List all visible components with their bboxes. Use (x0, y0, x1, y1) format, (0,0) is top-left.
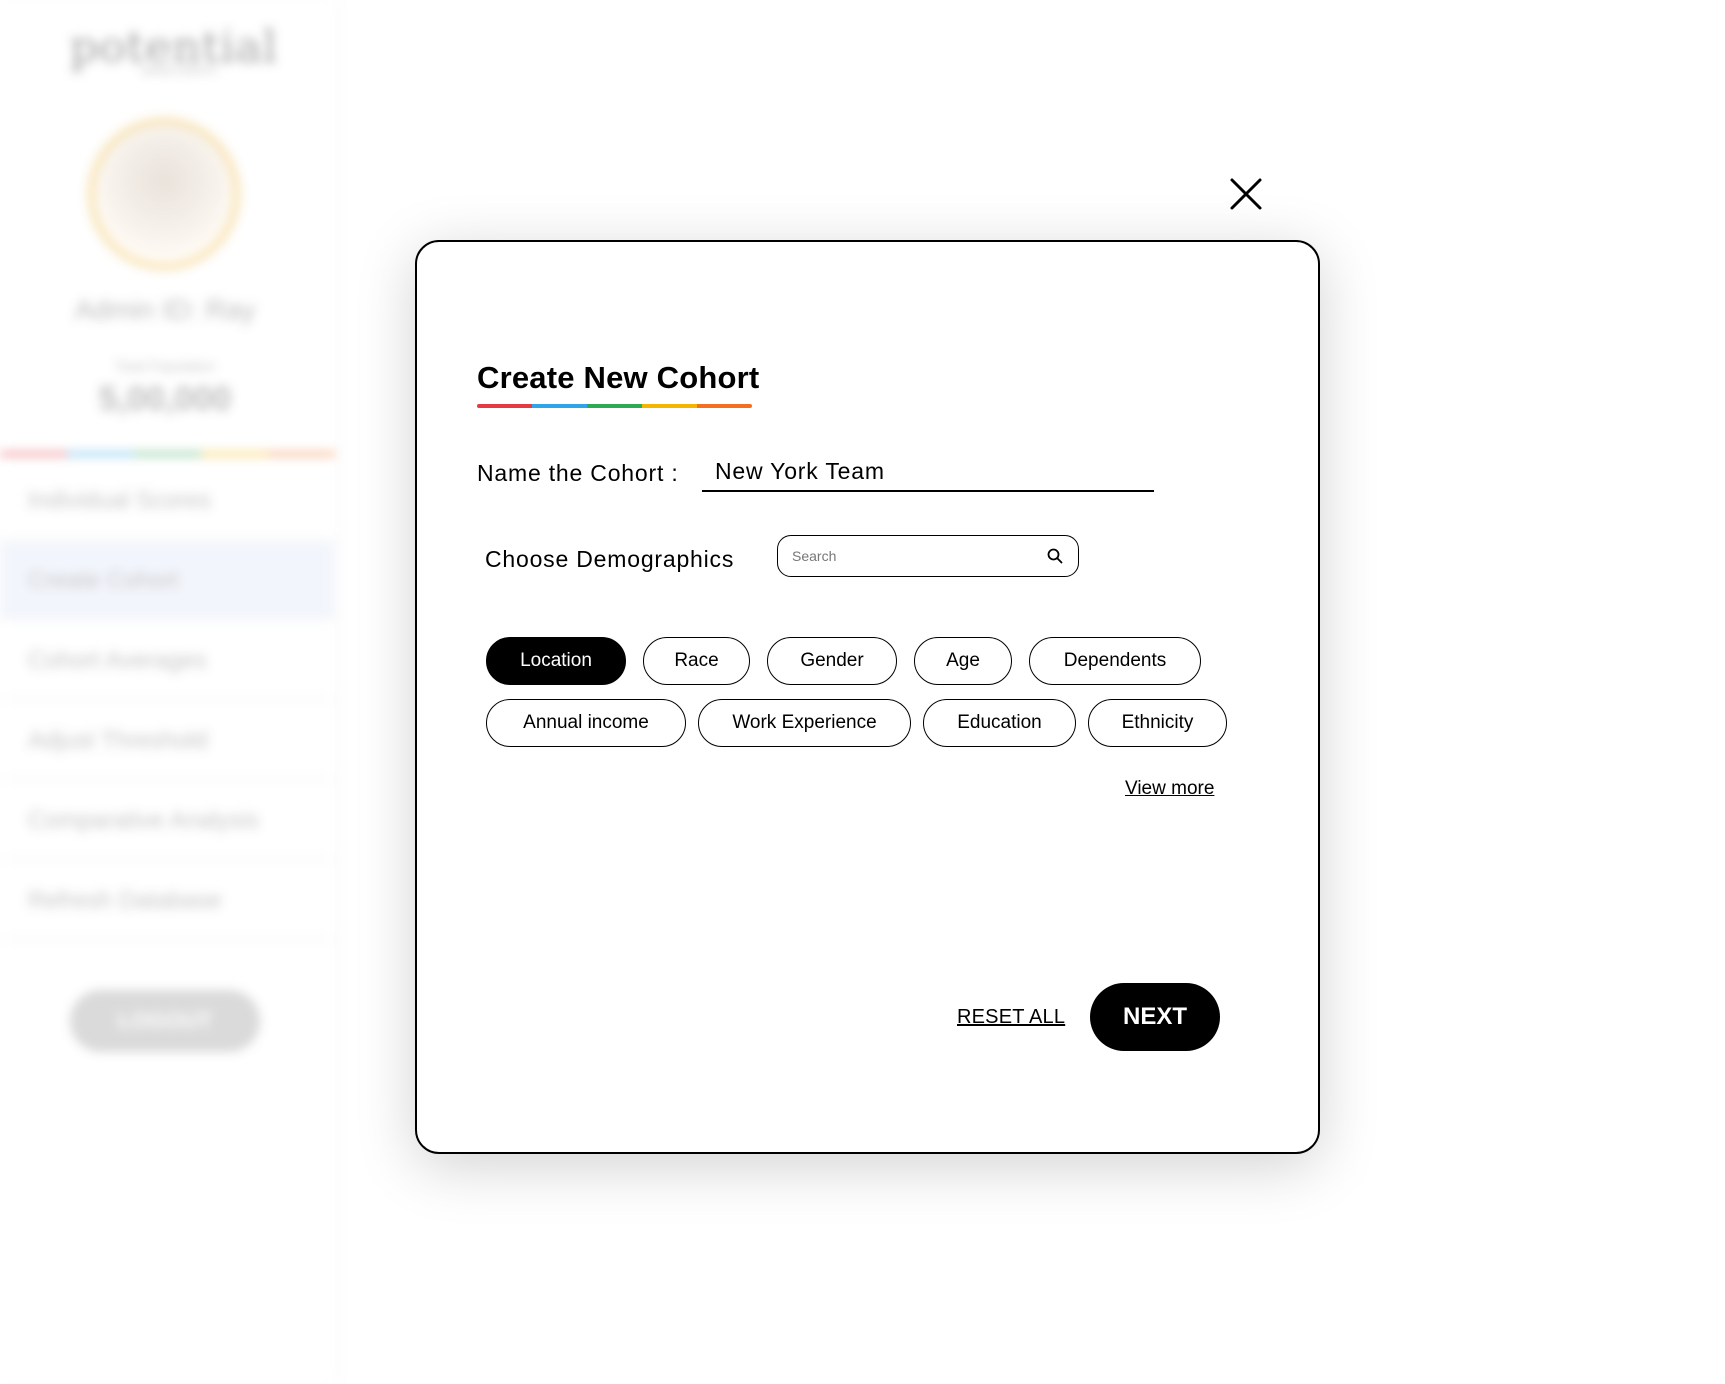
reset-all-button[interactable]: RESET ALL (957, 1006, 1065, 1029)
chip-gender[interactable]: Gender (767, 637, 897, 685)
app-logo-subtext: BRAND SUBTEXT (142, 66, 218, 76)
sidebar-item-cohort-averages: Cohort Averages (0, 622, 335, 700)
create-cohort-modal: Create New Cohort Name the Cohort : Choo… (415, 240, 1320, 1154)
chip-location[interactable]: Location (486, 637, 626, 685)
sidebar-item-create-cohort: Create Cohort (0, 542, 335, 620)
chip-ethnicity[interactable]: Ethnicity (1088, 699, 1227, 747)
demographics-search[interactable] (777, 535, 1079, 577)
chip-age[interactable]: Age (914, 637, 1012, 685)
cohort-name-input[interactable] (702, 452, 1154, 492)
next-button[interactable]: NEXT (1090, 983, 1220, 1051)
sidebar-item-comparative-analysis: Comparative Analysis (0, 782, 335, 860)
sidebar-item-individual-scores: Individual Scores (0, 462, 335, 540)
chip-race[interactable]: Race (643, 637, 750, 685)
search-icon[interactable] (1046, 547, 1064, 565)
chip-work-experience[interactable]: Work Experience (698, 699, 911, 747)
admin-name: Admin ID: Ray (74, 294, 256, 325)
chip-dependents[interactable]: Dependents (1029, 637, 1201, 685)
logout-button: LOGOUT (70, 990, 260, 1052)
avatar (88, 118, 240, 270)
title-underline (477, 404, 752, 408)
population-value: 5,00,000 (98, 380, 232, 418)
population-label: Total Population (115, 358, 215, 374)
sidebar-divider (0, 452, 335, 456)
chip-education[interactable]: Education (923, 699, 1076, 747)
sidebar: potential BRAND SUBTEXT Admin ID: Ray To… (0, 0, 335, 1384)
close-button[interactable] (1226, 174, 1266, 214)
view-more-link[interactable]: View more (1125, 778, 1214, 800)
cohort-name-label: Name the Cohort : (477, 460, 679, 486)
demographics-label: Choose Demographics (485, 546, 735, 572)
sidebar-item-refresh-database: Refresh Database (0, 862, 335, 940)
close-icon (1230, 178, 1262, 210)
modal-title: Create New Cohort (477, 360, 760, 395)
search-input[interactable] (792, 544, 1032, 568)
sidebar-item-adjust-threshold: Adjust Threshold (0, 702, 335, 780)
chip-annual-income[interactable]: Annual income (486, 699, 686, 747)
